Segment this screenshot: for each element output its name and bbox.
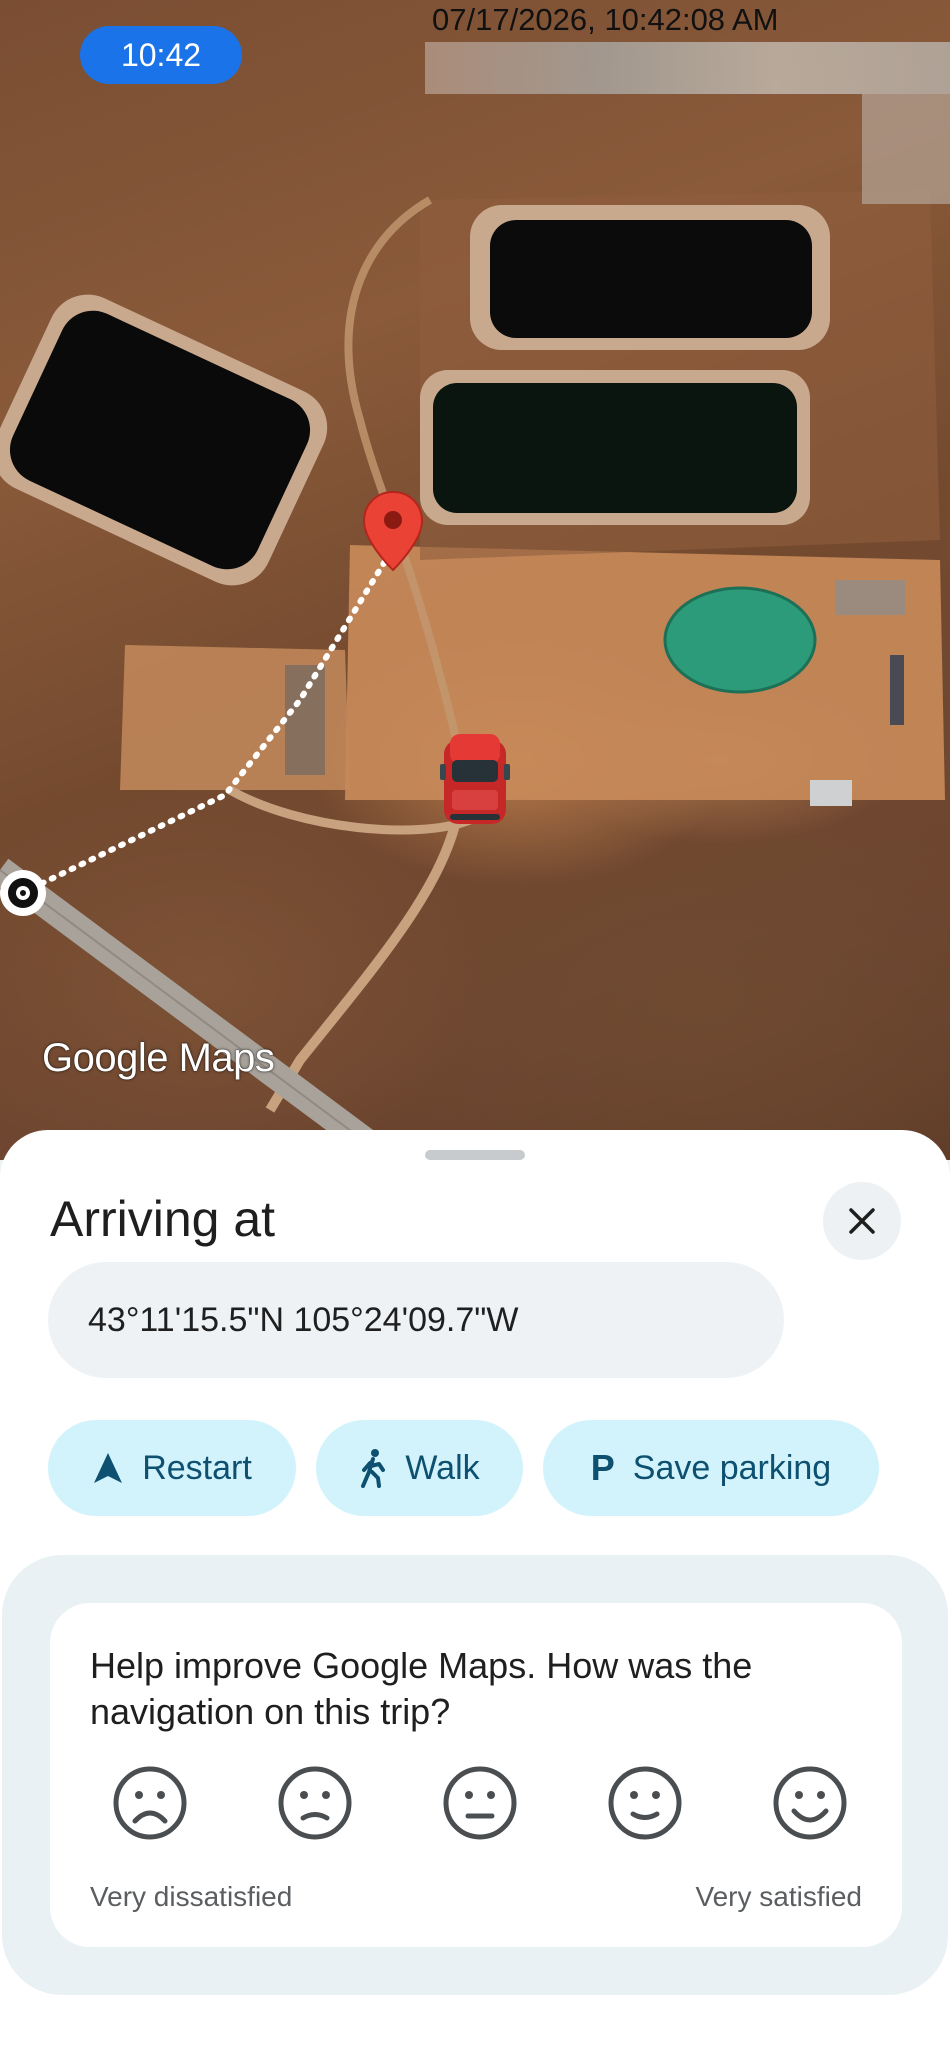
save-parking-label: Save parking (632, 1448, 832, 1487)
scale-high-label: Very satisfied (695, 1881, 862, 1912)
very-satisfied-face-icon[interactable] (770, 1763, 850, 1843)
save-parking-button[interactable]: P Save parking (543, 1420, 879, 1516)
parking-p-icon: P (590, 1447, 615, 1488)
car-location-icon (440, 734, 510, 824)
restart-button[interactable]: Restart (48, 1420, 296, 1516)
walking-person-icon (361, 1449, 386, 1488)
destination-pin-icon[interactable] (362, 490, 424, 572)
feedback-section: Help improve Google Maps. How was the na… (2, 1555, 948, 1995)
walk-button[interactable]: Walk (316, 1420, 523, 1516)
walk-label: Walk (405, 1448, 480, 1487)
clock-time: 10:42 (80, 26, 242, 84)
drag-handle[interactable] (425, 1150, 525, 1160)
google-maps-logo: Google Maps (42, 1036, 275, 1080)
feedback-question: Help improve Google Maps. How was the na… (90, 1645, 753, 1732)
rating-scale (110, 1763, 850, 1843)
sheet-title: Arriving at (50, 1191, 276, 1247)
satellite-imagery (0, 190, 945, 1160)
navigation-arrow-icon (94, 1453, 123, 1483)
very-dissatisfied-face-icon[interactable] (110, 1763, 190, 1843)
origin-marker-icon (0, 870, 46, 916)
redacted-region (862, 94, 950, 204)
map-view[interactable]: 07/17/2026, 10:42:08 AM 10:42 Google Map… (0, 0, 950, 1160)
satisfied-face-icon[interactable] (605, 1763, 685, 1843)
scale-low-label: Very dissatisfied (90, 1881, 293, 1912)
timestamp-overlay: 07/17/2026, 10:42:08 AM (432, 2, 779, 37)
arrival-bottom-sheet: Arriving at 43°11'15.5"N 105°24'09.7"W R… (0, 1130, 950, 2055)
destination-field[interactable]: 43°11'15.5"N 105°24'09.7"W (48, 1262, 784, 1378)
redacted-region (425, 42, 950, 94)
close-icon (849, 1208, 875, 1234)
destination-coordinates: 43°11'15.5"N 105°24'09.7"W (88, 1300, 519, 1339)
neutral-face-icon[interactable] (440, 1763, 520, 1843)
restart-label: Restart (142, 1448, 252, 1487)
dissatisfied-face-icon[interactable] (275, 1763, 355, 1843)
feedback-card: Help improve Google Maps. How was the na… (50, 1603, 902, 1947)
close-button[interactable] (823, 1182, 901, 1260)
